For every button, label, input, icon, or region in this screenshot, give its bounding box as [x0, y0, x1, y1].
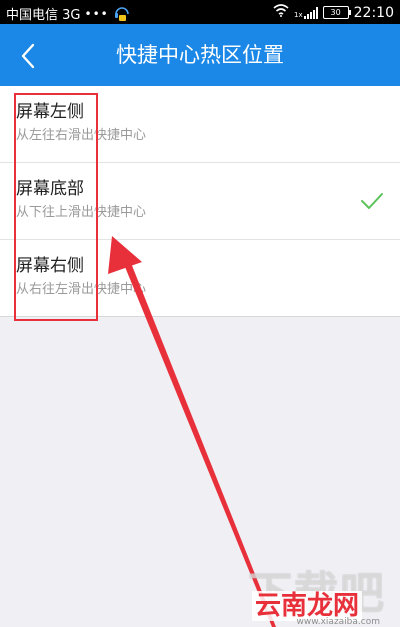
check-icon — [361, 193, 383, 209]
signal-prefix: 1x — [294, 10, 303, 19]
clock: 22:10 — [353, 4, 394, 21]
option-subtitle: 从左往右滑出快捷中心 — [16, 128, 147, 143]
option-subtitle: 从右往左滑出快捷中心 — [16, 282, 147, 297]
option-screen-left[interactable]: 屏幕左侧 从左往右滑出快捷中心 — [0, 86, 400, 163]
battery-icon: 30 — [322, 6, 351, 19]
headset-bag-icon — [113, 5, 131, 23]
watermark-url: www.xiazaiba.com — [296, 617, 380, 627]
wifi-icon — [273, 4, 289, 21]
option-screen-right[interactable]: 屏幕右侧 从右往左滑出快捷中心 — [0, 240, 400, 317]
signal-icon: 1x — [294, 6, 318, 19]
status-left: 中国电信 3G ••• — [6, 4, 131, 23]
hotzone-option-list: 屏幕左侧 从左往右滑出快捷中心 屏幕底部 从下往上滑出快捷中心 屏幕右侧 从右往… — [0, 86, 400, 317]
option-title: 屏幕底部 — [16, 179, 84, 199]
option-title: 屏幕右侧 — [16, 256, 84, 276]
option-title: 屏幕左侧 — [16, 102, 84, 122]
title-bar: 快捷中心热区位置 — [0, 24, 400, 86]
status-bar: 中国电信 3G ••• 1x 30 22:10 — [0, 0, 400, 24]
page-title: 快捷中心热区位置 — [116, 43, 284, 67]
status-right: 1x 30 22:10 — [273, 4, 394, 21]
carrier-label: 中国电信 3G — [6, 8, 81, 23]
notification-dots: ••• — [84, 6, 109, 21]
option-subtitle: 从下往上滑出快捷中心 — [16, 205, 147, 220]
option-screen-bottom[interactable]: 屏幕底部 从下往上滑出快捷中心 — [0, 163, 400, 240]
